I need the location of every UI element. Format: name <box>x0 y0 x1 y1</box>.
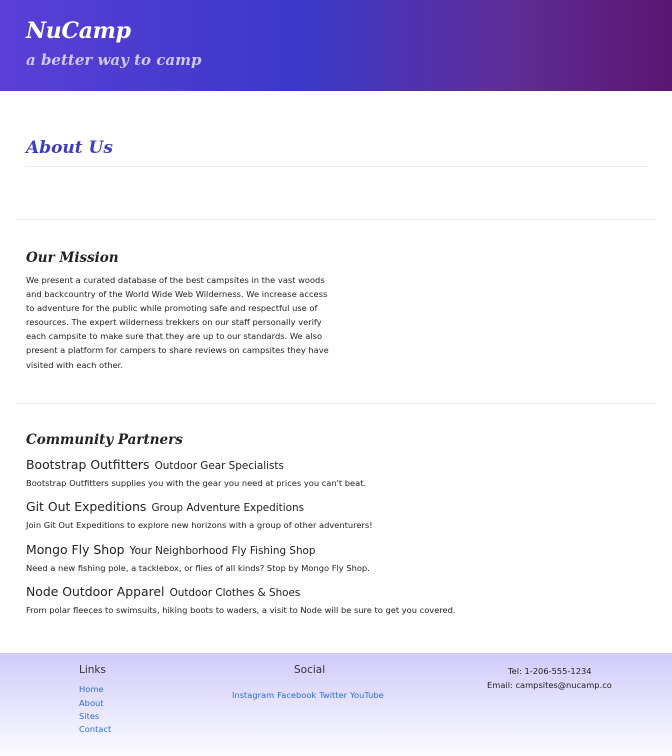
footer-social-heading: Social <box>294 664 326 676</box>
youtube-link[interactable]: YouTube <box>350 690 384 700</box>
facebook-link[interactable]: Facebook <box>277 690 316 700</box>
page-title: About Us <box>26 138 113 158</box>
social-links: Instagram Facebook Twitter YouTube <box>232 683 387 702</box>
footer-link-contact[interactable]: Contact <box>79 724 111 734</box>
partner-description: Join Git Out Expeditions to explore new … <box>26 520 373 530</box>
section-divider <box>16 403 656 404</box>
partner-subtitle: Outdoor Clothes & Shoes <box>169 587 301 599</box>
footer-link-sites[interactable]: Sites <box>79 711 99 721</box>
partner-name: Git Out Expeditions <box>26 499 147 514</box>
partner-name: Bootstrap Outfitters <box>26 457 150 472</box>
mission-text: We present a curated database of the bes… <box>26 275 329 370</box>
footer-phone: Tel: 1-206-555-1234 <box>508 666 592 676</box>
partner-name: Node Outdoor Apparel <box>26 584 165 599</box>
partner-item: Mongo Fly Shop Your Neighborhood Fly Fis… <box>26 540 656 573</box>
partner-description: Bootstrap Outfitters supplies you with t… <box>26 478 367 488</box>
partner-description: Need a new fishing pole, a tacklebox, or… <box>26 563 370 573</box>
instagram-link[interactable]: Instagram <box>232 690 274 700</box>
tagline: a better way to camp <box>26 51 202 69</box>
title-divider <box>26 166 648 167</box>
partner-name: Mongo Fly Shop <box>26 542 125 557</box>
mission-heading: Our Mission <box>26 250 119 266</box>
partner-subtitle: Outdoor Gear Specialists <box>154 460 284 472</box>
partner-item: Bootstrap Outfitters Outdoor Gear Specia… <box>26 455 656 488</box>
brand-name[interactable]: NuCamp <box>26 18 131 44</box>
partners-heading: Community Partners <box>26 432 183 448</box>
footer-email: Email: campsites@nucamp.co <box>487 680 612 690</box>
footer-link-about[interactable]: About <box>79 698 104 708</box>
site-header: NuCamp a better way to camp <box>0 0 672 91</box>
section-divider <box>16 219 656 220</box>
twitter-link[interactable]: Twitter <box>319 690 347 700</box>
footer-link-home[interactable]: Home <box>79 684 104 694</box>
partner-subtitle: Group Adventure Expeditions <box>151 502 305 514</box>
partner-subtitle: Your Neighborhood Fly Fishing Shop <box>129 545 316 557</box>
partner-item: Node Outdoor Apparel Outdoor Clothes & S… <box>26 582 656 615</box>
footer-links-heading: Links <box>79 664 106 676</box>
partner-description: From polar fleeces to swimsuits, hiking … <box>26 605 456 615</box>
partner-item: Git Out Expeditions Group Adventure Expe… <box>26 497 656 530</box>
